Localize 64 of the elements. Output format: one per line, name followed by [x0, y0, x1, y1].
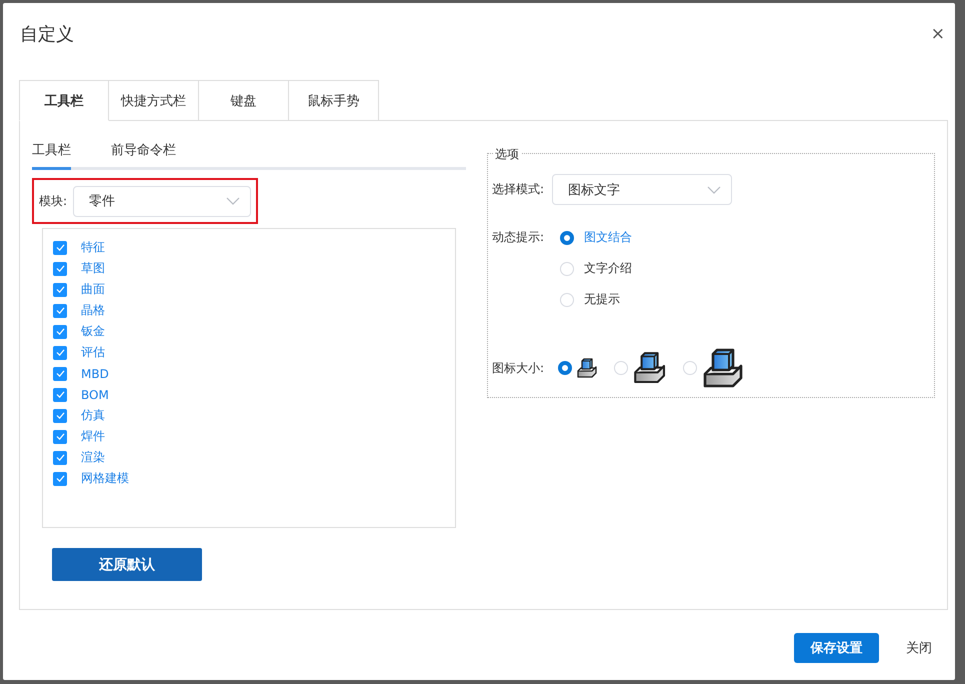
checkbox[interactable] — [53, 388, 67, 402]
radio-label: 图文结合 — [584, 229, 632, 246]
module-name: 仿真 — [81, 407, 105, 424]
checkbox[interactable] — [53, 346, 67, 360]
tab[interactable]: 鼠标手势 — [289, 80, 379, 121]
checkmark-icon — [56, 391, 64, 398]
module-name: 特征 — [81, 239, 105, 256]
module-name: 钣金 — [81, 323, 105, 340]
subtab[interactable]: 工具栏 — [32, 141, 71, 170]
radio-button[interactable] — [560, 230, 574, 244]
cube-on-base-icon — [576, 357, 598, 379]
module-name: 曲面 — [81, 281, 105, 298]
checkbox[interactable] — [53, 366, 67, 380]
module-name: MBD — [81, 366, 109, 380]
chevron-icon — [226, 197, 240, 205]
chevron-icon — [707, 186, 722, 194]
module-label: 模块: — [39, 192, 68, 210]
checkbox[interactable] — [53, 282, 67, 296]
checkbox[interactable] — [53, 262, 67, 276]
tab[interactable]: 快捷方式栏 — [109, 80, 199, 121]
checkbox[interactable] — [53, 408, 67, 422]
checkmark-icon — [56, 370, 64, 377]
checkmark-icon — [56, 412, 64, 419]
checkmark-icon — [56, 454, 64, 461]
dialog-title: 自定义 — [20, 23, 74, 46]
icon-size-label: 图标大小: — [492, 360, 544, 376]
module-name: 网格建模 — [81, 470, 129, 487]
checkbox[interactable] — [53, 240, 67, 254]
group-legend: 选项 — [493, 146, 521, 163]
subtab[interactable]: 前导命令栏 — [111, 141, 176, 170]
close-button[interactable]: 关闭 — [903, 632, 935, 662]
module-name: 渲染 — [81, 449, 105, 466]
checkmark-icon — [56, 286, 64, 293]
cube-on-base-icon — [632, 350, 668, 386]
module-select[interactable]: 零件 — [73, 186, 251, 216]
checkmark-icon — [56, 349, 64, 356]
module-name: 晶格 — [81, 302, 105, 319]
checkmark-icon — [56, 307, 64, 314]
checkmark-icon — [56, 328, 64, 335]
module-name: 评估 — [81, 344, 105, 361]
radio-label: 无提示 — [584, 291, 620, 308]
mode-label: 选择模式: — [492, 181, 544, 198]
module-name: 焊件 — [81, 428, 105, 445]
checkmark-icon — [56, 265, 64, 272]
cube-on-base-icon — [701, 346, 746, 390]
checkmark-icon — [56, 244, 64, 251]
restore-button[interactable]: 还原默认 — [52, 548, 202, 581]
save-button[interactable]: 保存设置 — [794, 632, 879, 662]
checkbox[interactable] — [53, 430, 67, 444]
radio-button[interactable] — [558, 361, 572, 375]
close-button[interactable]: × — [928, 24, 948, 44]
checkbox[interactable] — [53, 324, 67, 338]
checkbox[interactable] — [53, 472, 67, 486]
hint-label: 动态提示: — [492, 229, 544, 246]
checkmark-icon — [56, 433, 64, 440]
tab[interactable]: 工具栏 — [19, 80, 109, 121]
radio-label: 文字介绍 — [584, 260, 632, 277]
tab[interactable]: 键盘 — [199, 80, 289, 121]
mode-select[interactable]: 图标文字 — [552, 174, 732, 205]
module-name: 草图 — [81, 260, 105, 277]
module-name: BOM — [81, 388, 109, 402]
checkbox[interactable] — [53, 450, 67, 464]
checkmark-icon — [56, 475, 64, 482]
checkbox[interactable] — [53, 304, 67, 318]
